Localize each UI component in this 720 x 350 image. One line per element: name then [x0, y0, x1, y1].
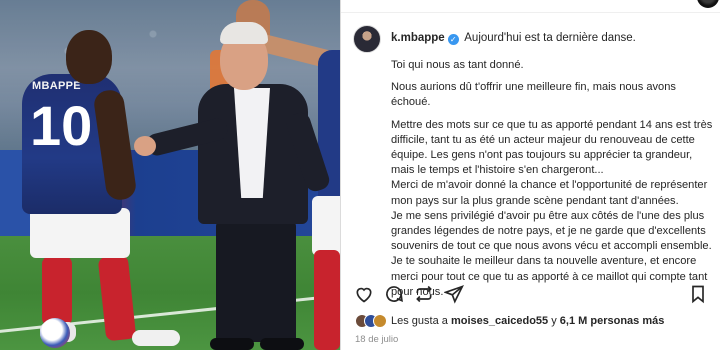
caption-body: Toi qui nous as tant donné. Nous aurions… — [391, 58, 717, 300]
repost-icon[interactable] — [414, 284, 434, 304]
caption-headline: Aujourd'hui est ta dernière danse. — [464, 32, 636, 44]
header-divider — [341, 12, 720, 13]
post-image[interactable]: MBAPPE 10 — [0, 0, 340, 350]
caption-line: Je me sens privilégié d'avoir pu être au… — [391, 209, 712, 253]
jersey-name: MBAPPE — [32, 80, 81, 92]
verified-badge-icon: ✓ — [447, 34, 459, 45]
header-avatar[interactable] — [697, 0, 719, 8]
liker-avatar — [373, 314, 387, 328]
liker-username[interactable]: moises_caicedo55 — [451, 315, 548, 327]
caption-line: Mettre des mots sur ce que tu as apporté… — [391, 118, 713, 177]
coach-figure — [134, 22, 338, 350]
likes-summary: Les gusta a moises_caicedo55 y 6,1 M per… — [355, 314, 664, 328]
player-figure: MBAPPE 10 — [22, 30, 180, 350]
caption-header: k.mbappe ✓ Aujourd'hui est ta dernière da… — [353, 25, 713, 53]
action-bar — [341, 276, 720, 310]
likes-connector: y — [551, 315, 557, 327]
bookmark-icon[interactable] — [688, 284, 708, 304]
send-icon[interactable] — [443, 284, 464, 304]
likes-count[interactable]: 6,1 M personas más — [560, 315, 665, 327]
username-link[interactable]: k.mbappe — [391, 32, 445, 44]
comment-icon[interactable] — [384, 284, 404, 304]
post-side-panel: k.mbappe ✓ Aujourd'hui est ta dernière da… — [340, 0, 720, 350]
likes-prefix: Les gusta a — [391, 315, 448, 327]
heart-icon[interactable] — [354, 284, 374, 304]
football — [40, 318, 70, 348]
caption-line: Toi qui nous as tant donné. — [391, 59, 524, 71]
caption-line: Merci de m'avoir donné la chance et l'op… — [391, 179, 708, 207]
post-date[interactable]: 18 de julio — [355, 334, 398, 345]
instagram-post: MBAPPE 10 k.mbappe ✓ Aujourd'hui est ta d… — [0, 0, 720, 350]
jersey-number: 10 — [30, 94, 93, 157]
likes-text[interactable]: Les gusta a moises_caicedo55 y 6,1 M per… — [391, 315, 664, 327]
caption-line: Nous aurions dû t'offrir une meilleure f… — [391, 81, 676, 109]
avatar[interactable] — [353, 25, 381, 53]
